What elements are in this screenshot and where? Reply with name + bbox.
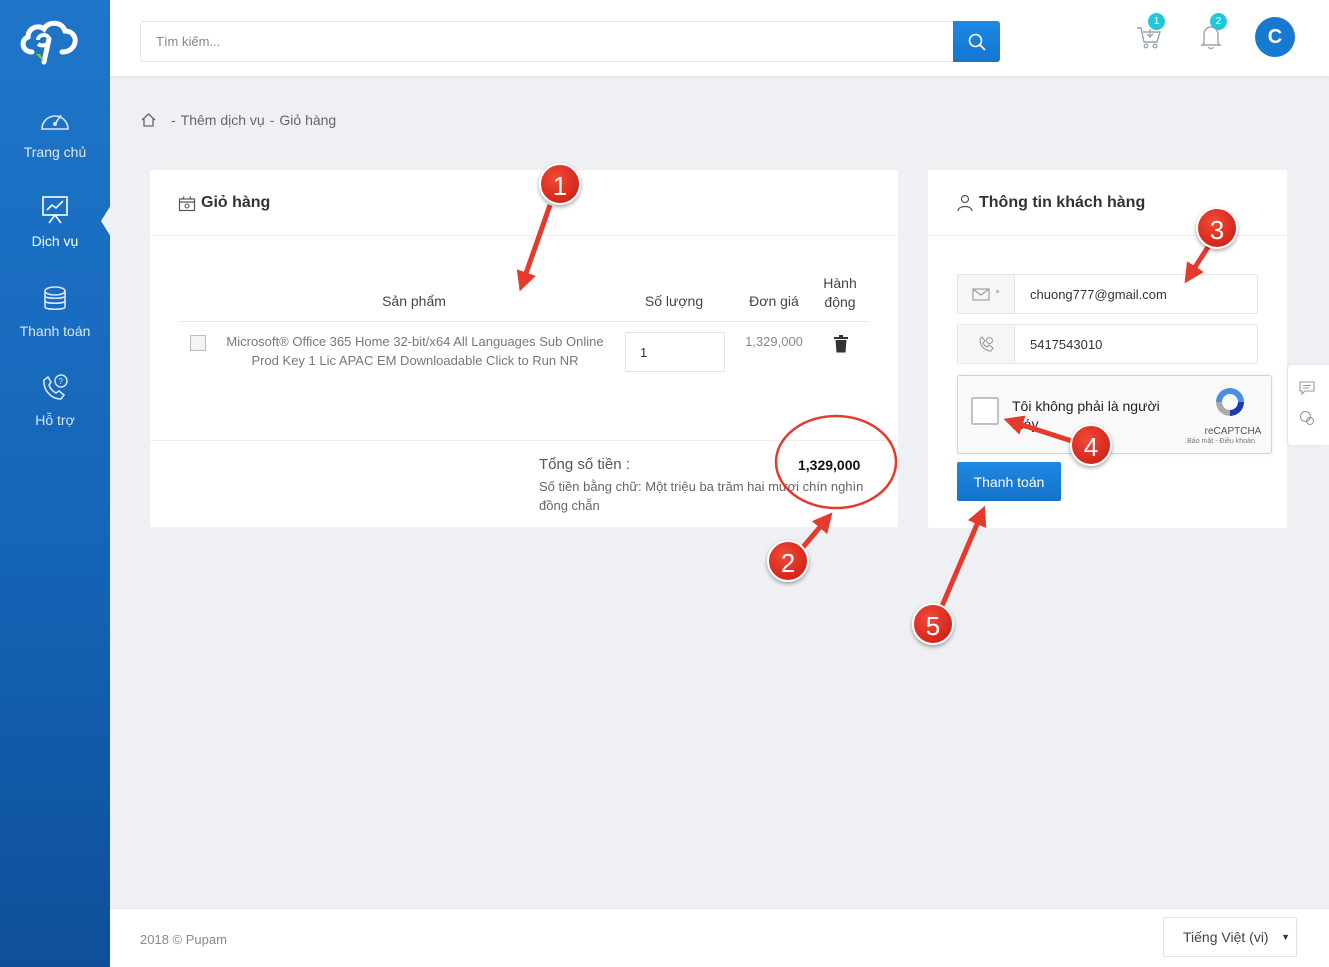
search-button[interactable] bbox=[953, 21, 1000, 62]
cart-title: Giỏ hàng bbox=[178, 194, 270, 212]
footer: 2018 © Pupam Tiếng Việt (vi) ▼ bbox=[110, 908, 1329, 967]
pupam-logo[interactable] bbox=[18, 18, 80, 66]
copyright-text: 2018 © Pupam bbox=[140, 932, 227, 947]
customer-info-title: Thông tin khách hàng bbox=[956, 194, 1145, 212]
annotation-marker-5: 5 bbox=[912, 603, 954, 645]
phone-icon bbox=[979, 336, 994, 352]
product-image bbox=[190, 335, 206, 351]
speedometer-icon bbox=[41, 114, 69, 130]
annotation-marker-1: 1 bbox=[539, 163, 581, 205]
chat-support-icon[interactable] bbox=[1299, 410, 1315, 426]
language-select-value: Tiếng Việt (vi) bbox=[1183, 929, 1269, 945]
cart-button[interactable]: 1 bbox=[1134, 13, 1165, 52]
comment-icon[interactable] bbox=[1299, 381, 1315, 395]
required-mark: * bbox=[995, 288, 1000, 300]
annotation-marker-2: 2 bbox=[767, 540, 809, 582]
total-value: 1,329,000 bbox=[798, 457, 861, 473]
sidebar-item-home[interactable]: Trang chủ bbox=[0, 104, 110, 160]
total-in-words: Số tiền bằng chữ: Một triệu ba trăm hai … bbox=[539, 479, 864, 513]
email-input[interactable] bbox=[1015, 275, 1257, 313]
sidebar-item-label: Thanh toán bbox=[19, 323, 91, 339]
cart-title-text: Giỏ hàng bbox=[201, 194, 271, 211]
cart-card: Giỏ hàng Sản phẩm Số lượng Đơn giá Hành … bbox=[150, 170, 898, 527]
breadcrumb: - Thêm dịch vụ - Giỏ hàng bbox=[140, 112, 336, 128]
sidebar-item-label: Hỗ trợ bbox=[35, 412, 75, 428]
svg-text:?: ? bbox=[59, 377, 64, 386]
language-select[interactable]: Tiếng Việt (vi) ▼ bbox=[1163, 917, 1297, 957]
breadcrumb-item-add-service[interactable]: Thêm dịch vụ bbox=[181, 112, 265, 128]
trash-icon[interactable] bbox=[833, 335, 849, 353]
sidebar-item-support[interactable]: ? Hỗ trợ bbox=[0, 372, 110, 428]
sidebar-item-label: Dịch vụ bbox=[31, 233, 79, 249]
phone-input[interactable] bbox=[1015, 325, 1257, 363]
pay-button[interactable]: Thanh toán bbox=[957, 462, 1061, 501]
annotation-marker-4: 4 bbox=[1070, 424, 1112, 466]
phone-help-icon: ? bbox=[43, 374, 68, 400]
recaptcha-checkbox[interactable] bbox=[971, 397, 999, 425]
envelope-icon bbox=[972, 287, 990, 301]
active-indicator bbox=[101, 205, 111, 237]
top-header: 1 2 C bbox=[110, 0, 1329, 76]
notification-button[interactable]: 2 bbox=[1196, 13, 1227, 52]
column-header-action: Hành động bbox=[810, 274, 870, 312]
column-header-action-line1: Hành bbox=[823, 275, 857, 291]
breadcrumb-item-cart: Giỏ hàng bbox=[279, 112, 337, 128]
unit-price: 1,329,000 bbox=[745, 334, 803, 349]
column-header-product: Sản phẩm bbox=[382, 293, 446, 309]
column-header-action-line2: động bbox=[824, 294, 856, 310]
sidebar-item-label: Trang chủ bbox=[23, 144, 87, 160]
customer-info-title-text: Thông tin khách hàng bbox=[979, 194, 1146, 211]
divider bbox=[150, 235, 898, 236]
phone-addon bbox=[958, 325, 1015, 363]
presentation-chart-icon bbox=[42, 196, 68, 224]
table-header-line bbox=[178, 321, 870, 322]
recaptcha-widget: Tôi không phải là người máy reCAPTCHA Bả… bbox=[957, 375, 1272, 454]
coins-icon bbox=[44, 286, 66, 311]
quantity-input[interactable] bbox=[625, 332, 725, 372]
phone-field bbox=[957, 324, 1258, 364]
sidebar-item-payment[interactable]: Thanh toán bbox=[0, 283, 110, 339]
side-widget bbox=[1288, 365, 1329, 445]
email-field: * bbox=[957, 274, 1258, 314]
chevron-down-icon: ▼ bbox=[1281, 932, 1290, 942]
annotation-marker-3: 3 bbox=[1196, 207, 1238, 249]
cart-count-badge: 1 bbox=[1148, 13, 1165, 30]
user-icon bbox=[957, 194, 973, 212]
breadcrumb-separator: - bbox=[269, 112, 275, 128]
notification-count-badge: 2 bbox=[1210, 13, 1227, 30]
column-header-quantity: Số lượng bbox=[644, 293, 704, 309]
total-label: Tổng số tiền : bbox=[539, 456, 630, 473]
search-input[interactable] bbox=[140, 21, 954, 62]
product-name: Microsoft® Office 365 Home 32-bit/x64 Al… bbox=[226, 334, 604, 368]
user-avatar[interactable]: C bbox=[1255, 17, 1295, 57]
recaptcha-terms-link[interactable]: Bảo mật - Điều khoản bbox=[1176, 438, 1266, 445]
recaptcha-brand: reCAPTCHA bbox=[1204, 426, 1262, 437]
home-icon[interactable] bbox=[140, 112, 157, 128]
column-header-unit-price: Đơn giá bbox=[749, 293, 799, 309]
annotation-arrow-5 bbox=[939, 505, 987, 607]
breadcrumb-separator: - bbox=[171, 112, 176, 128]
cart-box-icon bbox=[178, 195, 196, 211]
divider bbox=[150, 440, 898, 441]
sidebar: Trang chủ Dịch vụ Thanh toán ? Hỗ trợ bbox=[0, 0, 111, 967]
recaptcha-logo-icon bbox=[1216, 388, 1244, 416]
search-icon bbox=[968, 33, 986, 51]
email-addon: * bbox=[958, 275, 1015, 313]
sidebar-item-services[interactable]: Dịch vụ bbox=[0, 193, 110, 249]
